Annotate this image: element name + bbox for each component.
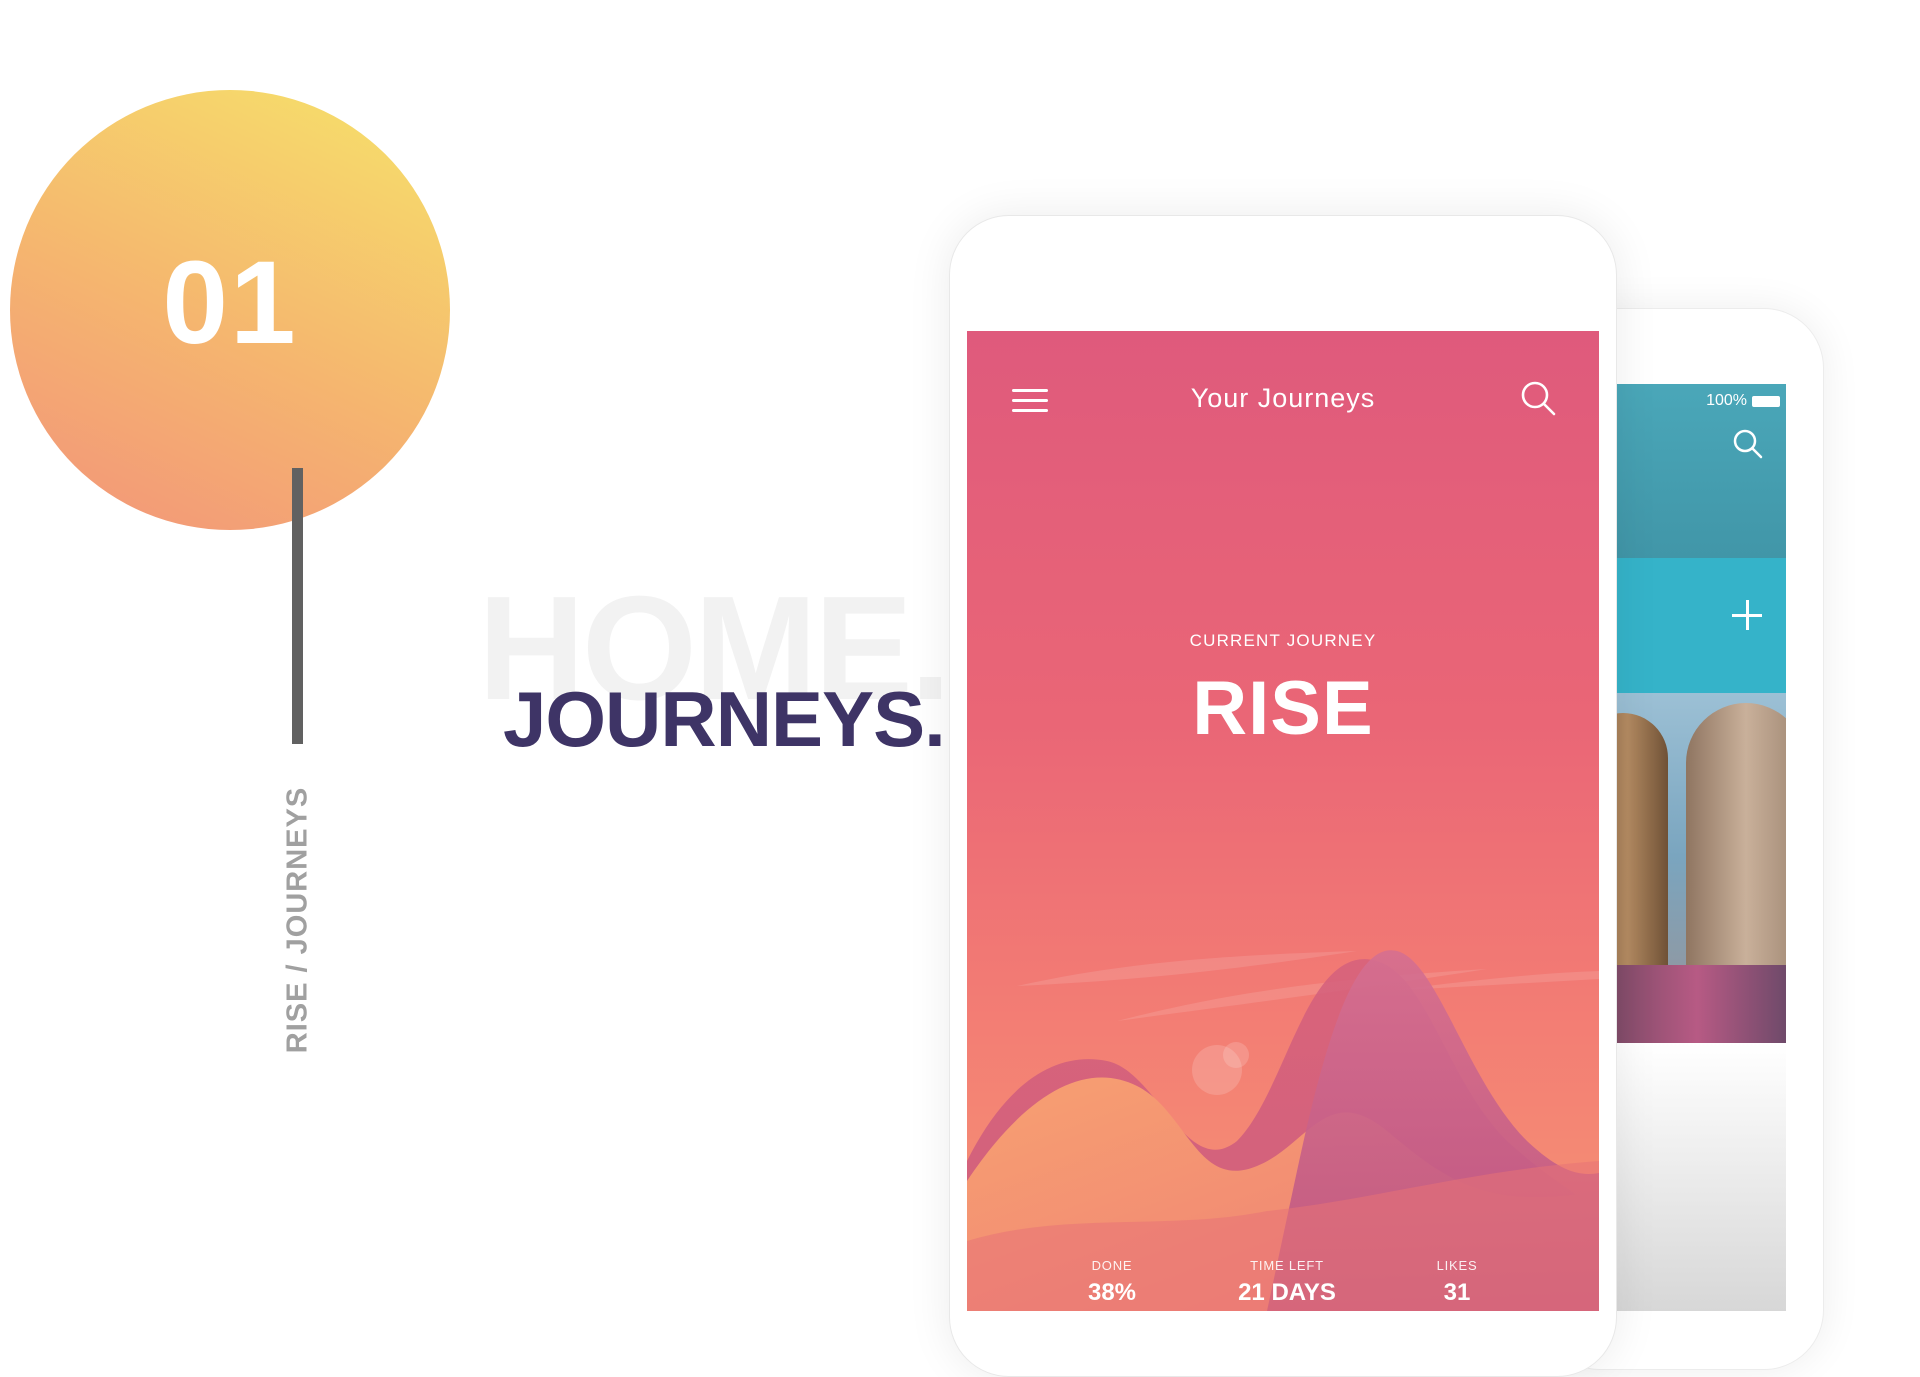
badge-number: 01 xyxy=(162,237,298,369)
stat-likes: LIKES 31 xyxy=(1412,1258,1502,1307)
journey-photo[interactable] xyxy=(1608,693,1786,965)
landscape-illustration xyxy=(967,950,1599,1311)
battery-percent: 100% xyxy=(1706,392,1747,409)
back-phone-screen: 100% xyxy=(1608,384,1786,1311)
number-badge: 01 xyxy=(10,90,450,530)
search-icon[interactable] xyxy=(1519,379,1557,422)
journey-name: RISE xyxy=(1192,666,1374,751)
stat-likes-label: LIKES xyxy=(1436,1258,1478,1273)
stat-time-left: TIME LEFT 21 DAYS xyxy=(1222,1258,1352,1307)
photo-person-right xyxy=(1686,703,1786,965)
back-app-header: 100% xyxy=(1608,384,1786,558)
app-title: Your Journeys xyxy=(1190,383,1376,413)
search-icon[interactable] xyxy=(1732,428,1764,465)
status-bar: 100% xyxy=(1706,392,1780,410)
section-heading: JOURNEYS. xyxy=(503,675,946,763)
journey-screen: Your Journeys CURRENT JOURNEY RISE DONE … xyxy=(967,331,1599,1311)
plus-icon[interactable] xyxy=(1732,600,1762,630)
photo-person-left xyxy=(1608,713,1668,965)
stat-time-left-label: TIME LEFT xyxy=(1250,1258,1324,1273)
stat-done: DONE 38% xyxy=(1062,1258,1162,1307)
stat-done-value: 38% xyxy=(1087,1279,1137,1306)
vertical-divider xyxy=(292,468,303,744)
stat-likes-value: 31 xyxy=(1443,1279,1471,1306)
stat-time-left-value: 21 DAYS xyxy=(1238,1279,1336,1306)
journey-photo-secondary[interactable] xyxy=(1608,965,1786,1043)
card-placeholder xyxy=(1608,1043,1786,1311)
side-label: RISE / JOURNEYS xyxy=(281,786,314,1054)
add-journey-band xyxy=(1608,558,1786,693)
stat-done-label: DONE xyxy=(1091,1258,1133,1273)
current-journey-label: CURRENT JOURNEY xyxy=(1189,631,1377,650)
battery-icon xyxy=(1752,395,1780,407)
